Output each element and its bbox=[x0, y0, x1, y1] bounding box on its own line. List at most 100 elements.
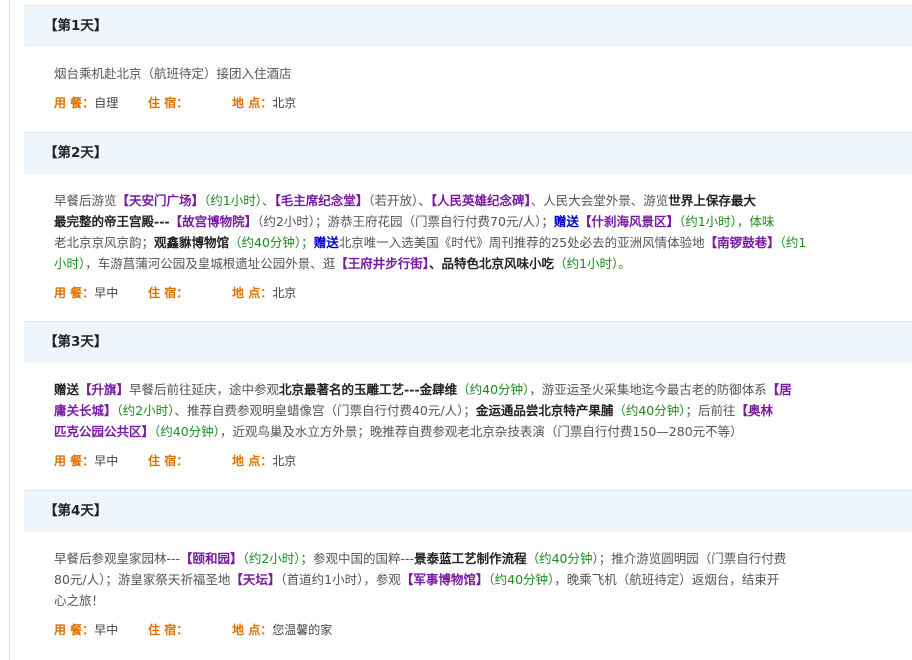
meals-value: 早中 bbox=[94, 286, 119, 300]
description-text: （约40分钟） bbox=[526, 551, 599, 566]
description-text: ，晚乘飞机（航班待定）返烟台，结束开 bbox=[554, 572, 780, 587]
stay-label: 住 宿： bbox=[148, 623, 189, 637]
description-line: 老北京京风京韵；观鑫貅博物馆（约40分钟）；赠送北京唯一入选美国《时代》周刊推荐… bbox=[54, 232, 912, 253]
description-line: 早餐后游览【天安门广场】（约1小时）、【毛主席纪念堂】（若开放）、【人民英雄纪念… bbox=[54, 190, 912, 211]
day-description: 早餐后游览【天安门广场】（约1小时）、【毛主席纪念堂】（若开放）、【人民英雄纪念… bbox=[24, 174, 912, 274]
description-line: 匹克公园公共区】（约40分钟），近观鸟巢及水立方外景；晚推荐自费参观老北京杂技表… bbox=[54, 421, 912, 442]
description-text: 、品特色北京风味小吃 bbox=[429, 256, 555, 271]
description-text: （约40分钟） bbox=[613, 403, 686, 418]
day-title: 【第2天】 bbox=[24, 132, 912, 174]
day-meta: 用 餐：自理 住 宿： 地 点：北京 bbox=[24, 93, 912, 113]
attraction-name: 【颐和园】 bbox=[180, 551, 243, 566]
meals-value: 自理 bbox=[94, 96, 119, 110]
description-text: 烟台乘机赴北京（航班待定）接团入住酒店 bbox=[54, 66, 292, 81]
attraction-name: 【人民英雄纪念碑】 bbox=[430, 193, 531, 208]
day-meta: 用 餐：早中 住 宿： 地 点：北京 bbox=[24, 451, 912, 471]
description-text: （约1 bbox=[779, 235, 807, 250]
day-title: 【第1天】 bbox=[24, 5, 912, 47]
description-text: 早餐后前往延庆，途中参观 bbox=[129, 382, 280, 397]
attraction-name: 【王府井步行街】 bbox=[335, 256, 430, 271]
meals-value: 早中 bbox=[94, 454, 119, 468]
meals-label: 用 餐： bbox=[54, 454, 95, 468]
description-text: 早餐后游览 bbox=[54, 193, 117, 208]
description-text: 最完整的帝王宫殿--- bbox=[54, 214, 170, 229]
description-text: （约2小时）；游恭王府花园（门票自行付费70元/人）； bbox=[257, 214, 554, 229]
description-text: ；参观中国的国粹--- bbox=[300, 551, 415, 566]
attraction-name: 【奥林 bbox=[735, 403, 774, 418]
description-text: 老北京京风京韵； bbox=[54, 235, 155, 250]
description-text: ；推介游览圆明园（门票自行付费 bbox=[598, 551, 787, 566]
attraction-name: 匹克公园公共区】 bbox=[54, 424, 155, 439]
attraction-name: 【居 bbox=[766, 382, 792, 397]
meals-label: 用 餐： bbox=[54, 96, 95, 110]
description-text: （约1小时），体味 bbox=[678, 214, 775, 229]
description-text: （约1小时）。 bbox=[554, 256, 631, 271]
description-line: 庸关长城】（约2小时）、推荐自费参观明皇蜡像宫（门票自行付费40元/人）；金运通… bbox=[54, 400, 912, 421]
attraction-name: 【天坛】 bbox=[230, 572, 281, 587]
place-label: 地 点： bbox=[232, 286, 273, 300]
stay-label: 住 宿： bbox=[148, 286, 189, 300]
description-text: 小时） bbox=[54, 256, 86, 271]
day-section-1: 【第1天】 烟台乘机赴北京（航班待定）接团入住酒店 用 餐：自理 住 宿： 地 … bbox=[24, 5, 912, 113]
attraction-name: 庸关长城】 bbox=[54, 403, 117, 418]
place-label: 地 点： bbox=[232, 623, 273, 637]
description-line: 心之旅！ bbox=[54, 590, 912, 611]
description-text: 早餐后参观皇家园林--- bbox=[54, 551, 181, 566]
day-description: 早餐后参观皇家园林---【颐和园】（约2小时）；参观中国的国粹---景泰蓝工艺制… bbox=[24, 532, 912, 611]
place-label: 地 点： bbox=[232, 96, 273, 110]
place-value: 北京 bbox=[272, 454, 297, 468]
description-line: 最完整的帝王宫殿---【故宫博物院】（约2小时）；游恭王府花园（门票自行付费70… bbox=[54, 211, 912, 232]
description-text: （约40分钟） bbox=[457, 382, 530, 397]
description-line: 80元/人）；游皇家祭天祈福圣地【天坛】（首道约1小时），参观【军事博物馆】（约… bbox=[54, 569, 912, 590]
place-value: 北京 bbox=[272, 96, 297, 110]
description-text: ，近观鸟巢及水立方外景；晚推荐自费参观老北京杂技表演（门票自行付费150—280… bbox=[219, 424, 743, 439]
description-text: 80元/人）；游皇家祭天祈福圣地 bbox=[54, 572, 231, 587]
attraction-name: 【升旗】 bbox=[79, 382, 130, 397]
description-line: 烟台乘机赴北京（航班待定）接团入住酒店 bbox=[54, 63, 912, 84]
day-section-2: 【第2天】 早餐后游览【天安门广场】（约1小时）、【毛主席纪念堂】（若开放）、【… bbox=[24, 132, 912, 303]
description-text: 北京唯一入选美国《时代》周刊推荐的25处必去的亚洲风情体验地 bbox=[338, 235, 705, 250]
description-text: 世界上保存最大 bbox=[668, 193, 756, 208]
meals-label: 用 餐： bbox=[54, 623, 95, 637]
attraction-name: 【什刹海风景区】 bbox=[578, 214, 679, 229]
place-value: 北京 bbox=[272, 286, 297, 300]
description-line: 小时），车游菖蒲河公园及皇城根遗址公园外景、逛【王府井步行街】、品特色北京风味小… bbox=[54, 253, 912, 274]
description-text: （约2小时） bbox=[242, 551, 301, 566]
day-meta: 用 餐：早中 住 宿： 地 点：您温馨的家 bbox=[24, 620, 912, 640]
attraction-name: 【毛主席纪念堂】 bbox=[274, 193, 369, 208]
description-text: 景泰蓝工艺制作流程 bbox=[414, 551, 527, 566]
meals-label: 用 餐： bbox=[54, 286, 95, 300]
attraction-name: 【天安门广场】 bbox=[116, 193, 205, 208]
description-text: 心之旅！ bbox=[54, 593, 105, 608]
attraction-name: 【军事博物馆】 bbox=[400, 572, 489, 587]
day-description: 赠送【升旗】早餐后前往延庆，途中参观北京最著名的玉雕工艺---金肆维（约40分钟… bbox=[24, 363, 912, 442]
description-text: 北京最著名的玉雕工艺---金肆维 bbox=[279, 382, 458, 397]
description-text: （约40分钟） bbox=[154, 424, 220, 439]
attraction-name: 【南锣鼓巷】 bbox=[704, 235, 780, 250]
day-title: 【第4天】 bbox=[24, 490, 912, 532]
description-text: 金运通品尝北京特产果脯 bbox=[475, 403, 614, 418]
description-text: （约40分钟） bbox=[488, 572, 555, 587]
day-meta: 用 餐：早中 住 宿： 地 点：北京 bbox=[24, 283, 912, 303]
day-section-3: 【第3天】 赠送【升旗】早餐后前往延庆，途中参观北京最著名的玉雕工艺---金肆维… bbox=[24, 321, 912, 471]
description-line: 赠送【升旗】早餐后前往延庆，途中参观北京最著名的玉雕工艺---金肆维（约40分钟… bbox=[54, 379, 912, 400]
day-title: 【第3天】 bbox=[24, 321, 912, 363]
description-text: （约40分钟）； bbox=[229, 235, 314, 250]
day-section-4: 【第4天】 早餐后参观皇家园林---【颐和园】（约2小时）；参观中国的国粹---… bbox=[24, 490, 912, 640]
day-description: 烟台乘机赴北京（航班待定）接团入住酒店 bbox=[24, 47, 912, 84]
description-text: （约2小时） bbox=[116, 403, 175, 418]
description-text: 赠送 bbox=[54, 382, 80, 397]
description-text: （约1小时）、 bbox=[204, 193, 275, 208]
stay-label: 住 宿： bbox=[148, 454, 189, 468]
place-label: 地 点： bbox=[232, 454, 273, 468]
meals-value: 早中 bbox=[94, 623, 119, 637]
description-text: （首道约1小时），参观 bbox=[280, 572, 401, 587]
description-text: ；后前往 bbox=[685, 403, 736, 418]
place-value: 您温馨的家 bbox=[272, 623, 333, 637]
stay-label: 住 宿： bbox=[148, 96, 189, 110]
description-text: （若开放）、 bbox=[368, 193, 431, 208]
description-text: 、推荐自费参观明皇蜡像宫（门票自行付费40元/人）； bbox=[174, 403, 476, 418]
description-text: 观鑫貅博物馆 bbox=[154, 235, 230, 250]
left-border-line bbox=[9, 0, 10, 660]
description-text: ，车游菖蒲河公园及皇城根遗址公园外景、逛 bbox=[85, 256, 336, 271]
